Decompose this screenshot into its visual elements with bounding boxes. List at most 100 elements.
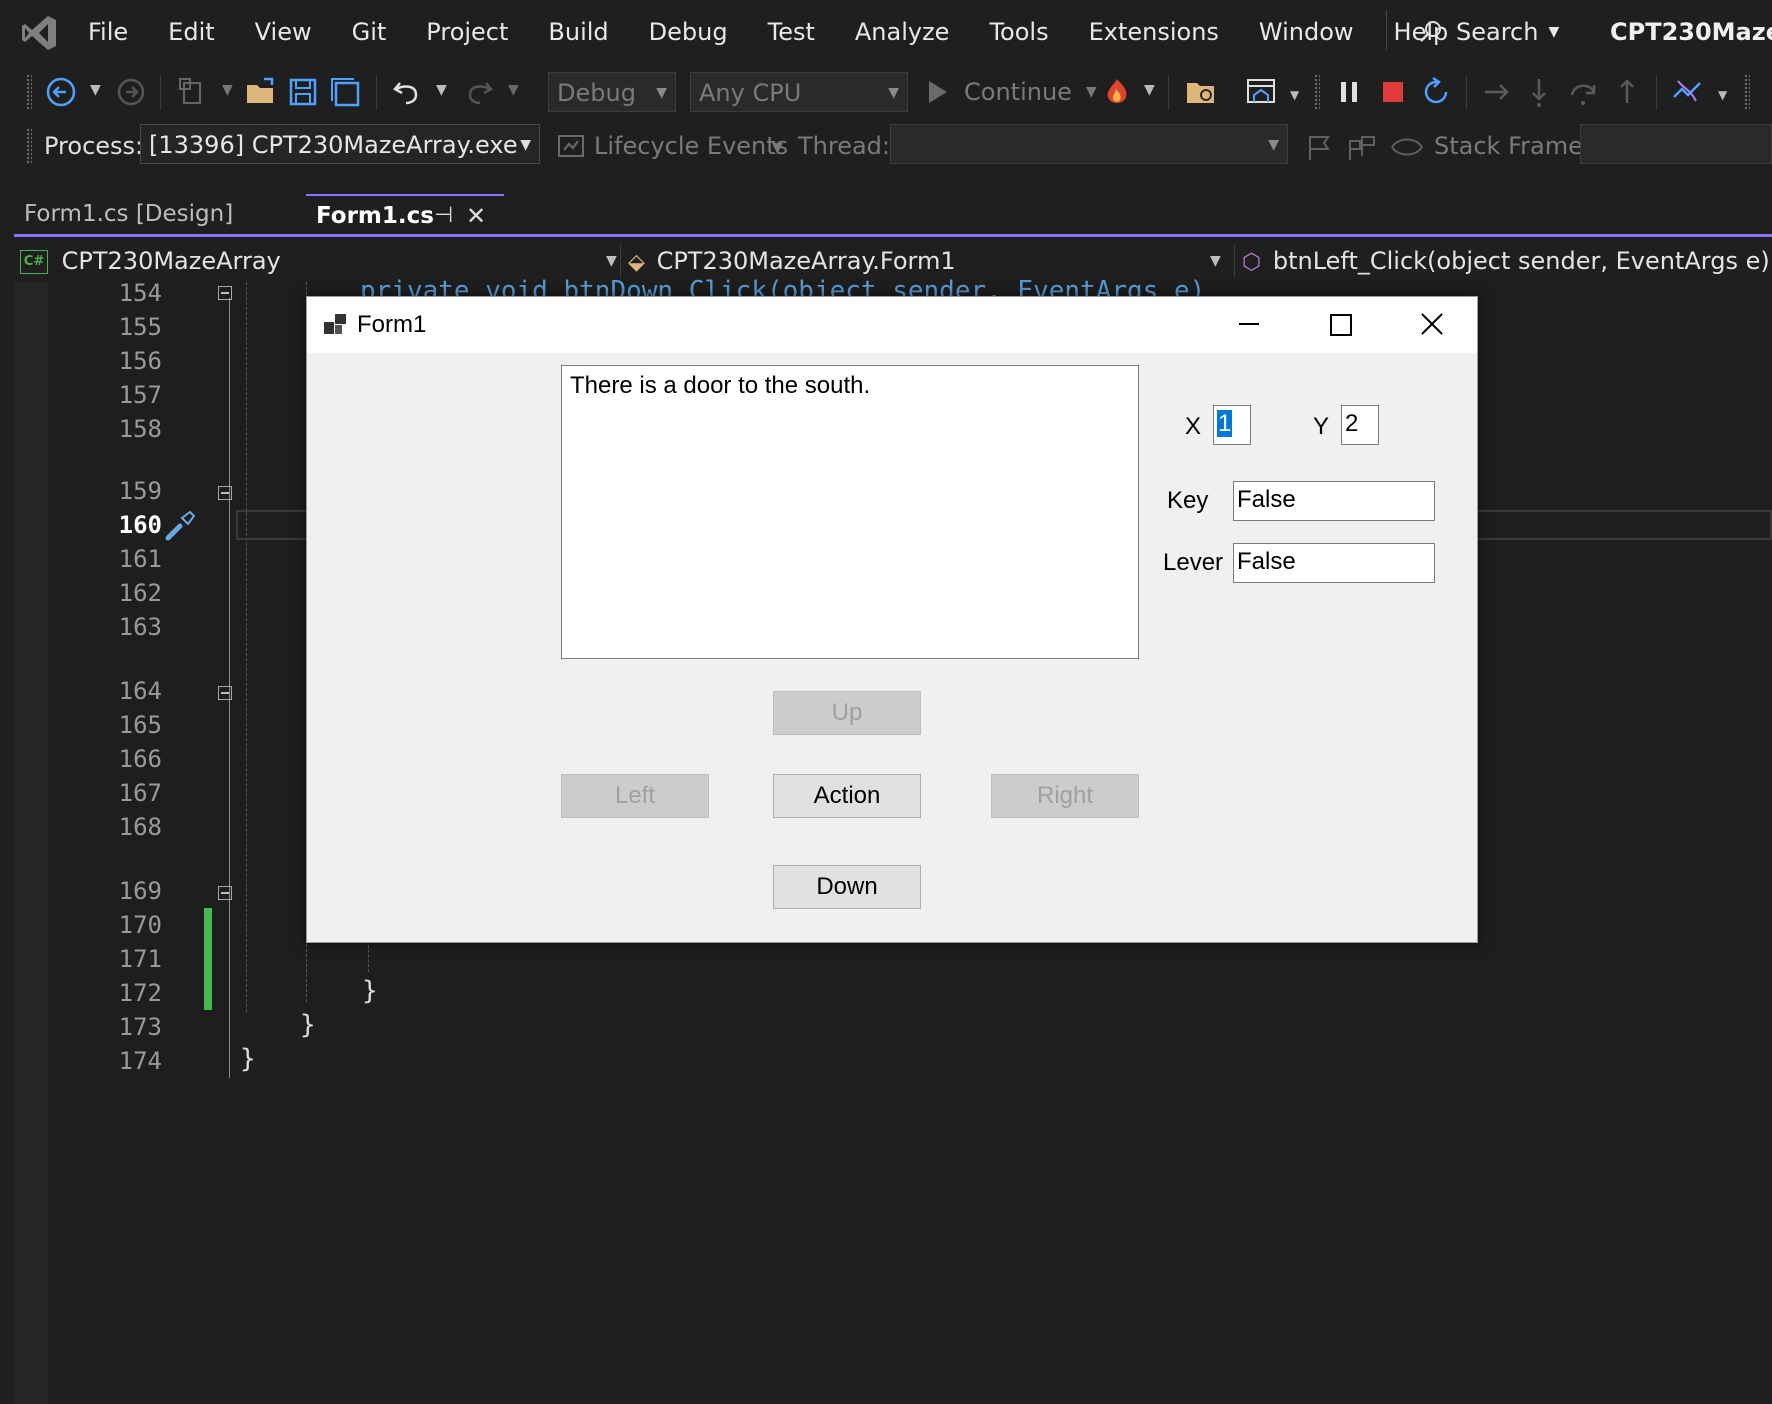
navigate-back-icon[interactable]: [44, 75, 78, 109]
search-box[interactable]: Search ▼: [1418, 14, 1559, 50]
platform-select[interactable]: Any CPU ▼: [690, 72, 908, 112]
menu-extensions[interactable]: Extensions: [1069, 14, 1239, 50]
collapse-icon[interactable]: [218, 886, 232, 900]
x-value: 1: [1217, 410, 1232, 437]
chevron-down-icon[interactable]: ▼: [436, 82, 447, 98]
quick-actions-screwdriver-icon[interactable]: [162, 508, 198, 544]
menu-view[interactable]: View: [235, 14, 332, 50]
lever-textbox[interactable]: False: [1233, 543, 1435, 583]
configuration-select[interactable]: Debug ▼: [548, 72, 676, 112]
show-next-statement-icon[interactable]: [1480, 75, 1514, 109]
chevron-down-icon[interactable]: ▼: [222, 82, 233, 98]
thread-select[interactable]: ▼: [890, 124, 1288, 164]
toolbar-grip-icon[interactable]: [26, 74, 32, 110]
chevron-down-icon[interactable]: ▼: [1144, 82, 1155, 98]
show-threads-in-source-icon[interactable]: [1390, 134, 1424, 160]
form-titlebar[interactable]: Form1: [307, 297, 1477, 353]
open-folder-icon[interactable]: [244, 75, 278, 109]
step-out-icon[interactable]: [1610, 75, 1644, 109]
y-textbox[interactable]: 2: [1341, 405, 1379, 445]
line-number: 171: [90, 944, 162, 974]
menu-project[interactable]: Project: [406, 14, 528, 50]
minimize-button[interactable]: [1205, 297, 1291, 353]
menu-git[interactable]: Git: [332, 14, 407, 50]
down-button[interactable]: Down: [773, 865, 921, 909]
diagnostic-tools-icon[interactable]: [1670, 75, 1704, 109]
tab-form1-design[interactable]: Form1.cs [Design]: [14, 194, 304, 234]
process-select[interactable]: [13396] CPT230MazeArray.exe ▼: [140, 124, 540, 164]
line-number: 166: [90, 744, 162, 774]
open-in-file-explorer-icon[interactable]: [1184, 75, 1218, 109]
toolbar-grip-icon[interactable]: [1744, 74, 1750, 110]
output-textbox[interactable]: There is a door to the south.: [561, 365, 1139, 659]
lifecycle-events-label[interactable]: Lifecycle Events: [594, 130, 788, 162]
tab-label: Form1.cs: [316, 203, 434, 229]
save-all-icon[interactable]: [328, 75, 362, 109]
menu-test[interactable]: Test: [748, 14, 835, 50]
chevron-down-icon[interactable]: ▼: [508, 82, 519, 98]
flag-threads-icon[interactable]: [1346, 132, 1378, 162]
line-number: 173: [90, 1012, 162, 1042]
up-button[interactable]: Up: [773, 691, 921, 735]
menu-debug[interactable]: Debug: [629, 14, 748, 50]
chevron-down-icon[interactable]: ▼: [772, 140, 783, 156]
line-number: 167: [90, 778, 162, 808]
menu-analyze[interactable]: Analyze: [835, 14, 970, 50]
step-into-icon[interactable]: [1522, 75, 1556, 109]
collapse-icon[interactable]: [218, 486, 232, 500]
restart-icon[interactable]: [1420, 75, 1454, 109]
new-project-icon[interactable]: [176, 75, 210, 109]
toolbar-grip-icon[interactable]: [1314, 74, 1320, 110]
right-button[interactable]: Right: [991, 774, 1139, 818]
tab-form1-cs[interactable]: Form1.cs ⊣ ✕: [306, 194, 504, 234]
pause-icon[interactable]: [1332, 75, 1366, 109]
x-label: X: [1185, 411, 1201, 443]
member-dropdown[interactable]: ⬡ btnLeft_Click(object sender, EventArgs…: [1242, 240, 1772, 282]
pin-icon[interactable]: ⊣: [434, 196, 453, 236]
stop-icon[interactable]: [1376, 75, 1410, 109]
redo-icon[interactable]: [462, 75, 496, 109]
menu-bar: File Edit View Git Project Build Debug T…: [0, 0, 1772, 66]
maximize-button[interactable]: [1297, 297, 1383, 353]
toggle-thread-flag-icon[interactable]: [1304, 132, 1334, 162]
step-over-icon[interactable]: [1566, 75, 1600, 109]
key-textbox[interactable]: False: [1233, 481, 1435, 521]
left-button[interactable]: Left: [561, 774, 709, 818]
lever-label: Lever: [1163, 547, 1223, 579]
lifecycle-events-icon[interactable]: [556, 132, 586, 162]
thread-label: Thread:: [798, 130, 890, 162]
process-value: [13396] CPT230MazeArray.exe: [149, 131, 518, 159]
menu-edit[interactable]: Edit: [148, 14, 234, 50]
search-label: Search: [1456, 18, 1538, 46]
chevron-down-icon[interactable]: ▼: [1718, 88, 1727, 102]
line-number: 170: [90, 910, 162, 940]
action-button[interactable]: Action: [773, 774, 921, 818]
line-number: 172: [90, 978, 162, 1008]
x-textbox[interactable]: 1: [1213, 405, 1251, 445]
line-number: 162: [90, 578, 162, 608]
menu-build[interactable]: Build: [528, 14, 628, 50]
collapse-icon[interactable]: [218, 686, 232, 700]
collapse-icon[interactable]: [218, 286, 232, 300]
chevron-down-icon[interactable]: ▼: [1290, 88, 1299, 102]
line-number: 157: [90, 380, 162, 410]
toolbar-separator: [1168, 76, 1169, 110]
navigate-forward-icon[interactable]: [114, 75, 148, 109]
menu-window[interactable]: Window: [1239, 14, 1374, 50]
save-icon[interactable]: [286, 75, 320, 109]
close-icon[interactable]: ✕: [466, 196, 486, 236]
stack-frame-select[interactable]: [1580, 124, 1772, 164]
toolbar-separator: [160, 76, 161, 110]
visual-studio-logo-icon[interactable]: [20, 14, 58, 52]
continue-button[interactable]: Continue ▼: [926, 74, 1097, 110]
chevron-down-icon[interactable]: ▼: [90, 82, 101, 98]
hot-reload-icon[interactable]: [1100, 75, 1134, 109]
undo-icon[interactable]: [390, 75, 424, 109]
chevron-down-icon: ▼: [656, 73, 667, 113]
toolbar-grip-icon[interactable]: [26, 128, 32, 164]
browser-link-icon[interactable]: [1244, 75, 1278, 109]
form1-window: Form1 There is a door to the south. X 1 …: [306, 296, 1478, 943]
close-button[interactable]: [1389, 297, 1475, 353]
menu-tools[interactable]: Tools: [969, 14, 1068, 50]
menu-file[interactable]: File: [68, 14, 148, 50]
